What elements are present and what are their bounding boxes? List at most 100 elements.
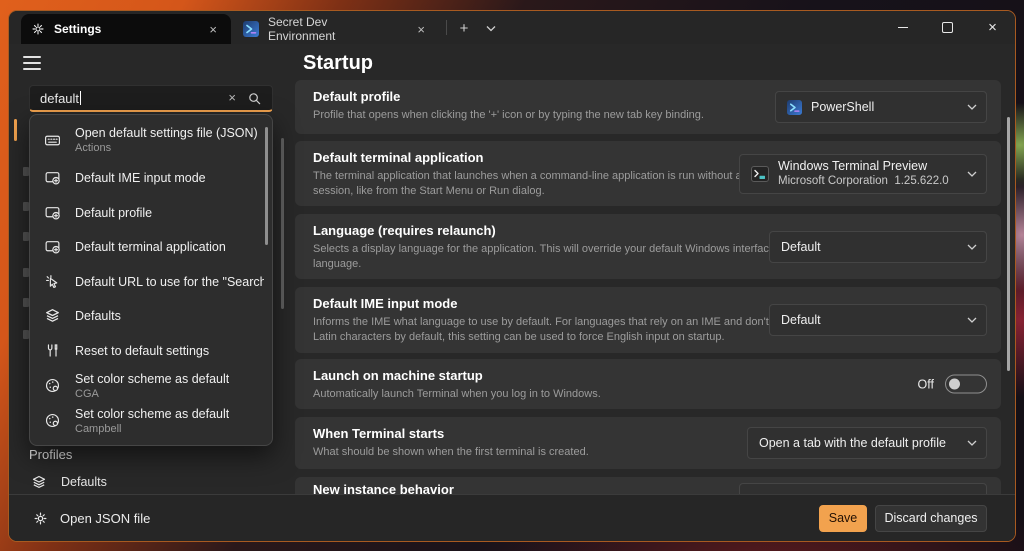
setting-card-launch-on-machine-startup: Launch on machine startup Automatically … <box>295 359 1001 409</box>
setting-card-language: Language (requires relaunch) Selects a d… <box>295 214 1001 279</box>
close-button[interactable]: × <box>970 11 1015 44</box>
minimize-icon <box>898 27 908 28</box>
toggle-knob <box>949 379 960 390</box>
palette-icon <box>44 412 61 429</box>
window-controls: × <box>880 11 1015 44</box>
setting-description: Informs the IME what language to use by … <box>313 315 813 346</box>
clear-search-icon[interactable]: × <box>228 90 236 105</box>
search-result-item[interactable]: Default IME input mode <box>30 161 264 194</box>
flyout-scrollbar[interactable] <box>265 127 268 245</box>
gear-icon <box>31 22 45 36</box>
chevron-down-icon <box>967 440 977 447</box>
powershell-icon <box>787 100 802 115</box>
maximize-icon <box>942 22 953 33</box>
chevron-down-icon <box>486 25 496 32</box>
setting-card-default-ime-input-mode: Default IME input mode Informs the IME w… <box>295 287 1001 353</box>
search-result-item[interactable]: Open default settings file (JSON) Action… <box>30 121 264 159</box>
launch-on-startup-toggle[interactable] <box>945 375 987 394</box>
page-title: Startup <box>303 52 373 75</box>
content-scrollbar[interactable] <box>1007 117 1010 371</box>
desktop: { "glyphs": { "close": "×", "plus": "+" … <box>0 0 1024 551</box>
setting-card-default-profile: Default profile Profile that opens when … <box>295 80 1001 134</box>
layers-icon <box>44 307 61 324</box>
dropdown-value-sub: Microsoft Corporation 1.25.622.0 <box>778 174 949 188</box>
setting-description: The terminal application that launches w… <box>313 169 813 200</box>
interaction-icon <box>44 273 61 290</box>
search-icon[interactable] <box>247 91 262 106</box>
search-result-item[interactable]: Set color scheme as default <box>30 437 264 446</box>
powershell-icon <box>243 21 259 37</box>
setting-title: When Terminal starts <box>313 426 589 441</box>
minimize-button[interactable] <box>880 11 925 44</box>
open-json-file-label: Open JSON file <box>60 511 150 526</box>
sidebar-item-label: Defaults <box>61 475 107 489</box>
language-dropdown[interactable]: Default <box>769 231 987 263</box>
chevron-down-icon <box>967 243 977 250</box>
search-result-item[interactable]: Default profile <box>30 196 264 229</box>
chevron-down-icon <box>967 170 977 177</box>
discard-changes-button[interactable]: Discard changes <box>875 505 987 532</box>
close-tab-icon[interactable]: × <box>205 21 221 38</box>
setting-title: Default terminal application <box>313 150 813 165</box>
search-result-item[interactable]: Default terminal application <box>30 230 264 263</box>
dropdown-value: Default <box>781 240 821 254</box>
setting-description: What should be shown when the first term… <box>313 445 589 460</box>
default-terminal-application-dropdown[interactable]: Windows Terminal Preview Microsoft Corpo… <box>739 154 987 194</box>
search-result-item[interactable]: Default URL to use for the "Search... <box>30 265 264 298</box>
nav-selection-indicator <box>14 119 17 141</box>
close-tab-icon[interactable]: × <box>413 21 429 38</box>
search-result-item[interactable]: Defaults <box>30 299 264 332</box>
new-tab-button[interactable]: + <box>452 17 476 39</box>
new-tab-setting-icon <box>44 169 61 186</box>
tab-label: Settings <box>54 22 101 36</box>
maximize-button[interactable] <box>925 11 970 44</box>
open-json-file-button[interactable]: Open JSON file <box>33 511 150 526</box>
sidebar-scrollbar[interactable] <box>281 138 284 309</box>
gear-icon <box>33 511 48 526</box>
default-ime-input-mode-dropdown[interactable]: Default <box>769 304 987 336</box>
text-caret <box>80 91 81 105</box>
titlebar[interactable]: Settings × Secret Dev Environment × + <box>9 11 1015 44</box>
search-value: default <box>40 91 79 106</box>
setting-title: Launch on machine startup <box>313 368 601 383</box>
chevron-down-icon <box>967 317 977 324</box>
footer-bar: Open JSON file Save Discard changes <box>9 494 1015 541</box>
dropdown-value: Windows Terminal Preview <box>778 159 949 175</box>
tab-divider <box>446 20 447 35</box>
when-terminal-starts-dropdown[interactable]: Open a tab with the default profile <box>747 427 987 459</box>
dropdown-value: PowerShell <box>811 100 874 114</box>
tools-icon <box>44 342 61 359</box>
chevron-down-icon <box>967 104 977 111</box>
layers-icon <box>31 474 47 490</box>
sidebar-profiles-header: Profiles <box>29 447 72 462</box>
setting-title: Language (requires relaunch) <box>313 223 813 238</box>
tab-settings[interactable]: Settings × <box>21 14 231 44</box>
sidebar-item-defaults[interactable]: Defaults <box>31 474 107 490</box>
hamburger-menu-button[interactable] <box>23 56 41 70</box>
search-input[interactable]: default × <box>29 85 273 112</box>
setting-title: Default IME input mode <box>313 296 813 311</box>
search-result-item[interactable]: Set color scheme as default CGA <box>30 367 264 404</box>
tab-dropdown-button[interactable] <box>480 17 502 39</box>
setting-description: Selects a display language for the appli… <box>313 242 813 273</box>
setting-description: Profile that opens when clicking the '+'… <box>313 108 704 123</box>
tab-label: Secret Dev Environment <box>268 15 395 43</box>
search-results-flyout: Open default settings file (JSON) Action… <box>29 114 273 446</box>
search-result-item[interactable]: Reset to default settings <box>30 334 264 367</box>
new-tab-setting-icon <box>44 238 61 255</box>
dropdown-value: Default <box>781 313 821 327</box>
setting-card-when-terminal-starts: When Terminal starts What should be show… <box>295 417 1001 469</box>
terminal-preview-icon <box>751 165 769 183</box>
setting-title: Default profile <box>313 89 704 104</box>
tab-secret-dev-environment[interactable]: Secret Dev Environment × <box>233 14 439 44</box>
keyboard-icon <box>44 132 61 149</box>
palette-icon <box>44 445 61 446</box>
palette-icon <box>44 377 61 394</box>
new-tab-setting-icon <box>44 204 61 221</box>
search-result-item[interactable]: Set color scheme as default Campbell <box>30 402 264 439</box>
dropdown-value: Open a tab with the default profile <box>759 436 946 450</box>
default-profile-dropdown[interactable]: PowerShell <box>775 91 987 123</box>
terminal-settings-window: Settings × Secret Dev Environment × + <box>8 10 1016 542</box>
save-button[interactable]: Save <box>819 505 867 532</box>
setting-card-default-terminal-application: Default terminal application The termina… <box>295 141 1001 206</box>
